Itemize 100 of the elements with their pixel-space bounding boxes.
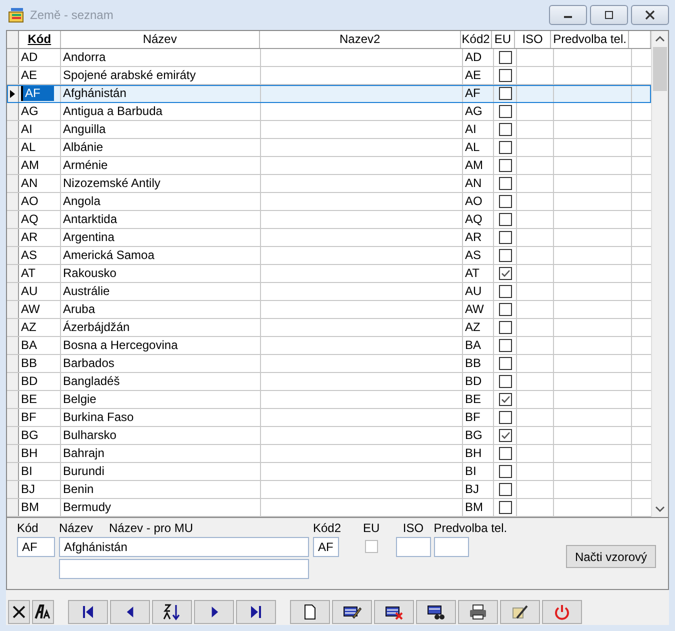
table-cell: BA: [21, 338, 38, 353]
column-header[interactable]: Predvolba tel.: [551, 31, 630, 48]
table-cell: AO: [21, 194, 38, 209]
column-header[interactable]: Kód2: [460, 31, 492, 48]
checkbox[interactable]: [498, 51, 512, 64]
table-row[interactable]: BA Bosna a Hercegovina BA: [7, 337, 651, 355]
table-row[interactable]: BH Bahrajn BH: [7, 445, 651, 463]
minimize-button[interactable]: [549, 5, 587, 25]
table-row[interactable]: AM Arménie AM: [7, 157, 651, 175]
scrollbar[interactable]: [651, 31, 668, 517]
sort-button[interactable]: [152, 600, 192, 624]
checkbox[interactable]: [498, 87, 512, 100]
table-cell: AE: [465, 68, 482, 83]
table-row[interactable]: AO Angola AO: [7, 193, 651, 211]
table-row[interactable]: BB Barbados BB: [7, 355, 651, 373]
table-row[interactable]: AW Aruba AW: [7, 301, 651, 319]
table-cell: BM: [465, 500, 483, 515]
table-row[interactable]: AT Rakousko AT: [7, 265, 651, 283]
checkbox[interactable]: [498, 105, 512, 118]
column-header[interactable]: ISO: [514, 31, 552, 48]
checkbox[interactable]: [498, 213, 512, 226]
table-cell: AM: [21, 158, 39, 173]
input-field[interactable]: Afghánistán: [59, 537, 309, 557]
table-row[interactable]: BD Bangladéš BD: [7, 373, 651, 391]
checkbox[interactable]: [364, 540, 378, 553]
checkbox[interactable]: [498, 375, 512, 388]
checkbox[interactable]: [498, 159, 512, 172]
checkbox[interactable]: [498, 195, 512, 208]
table-row[interactable]: AF Afghánistán AF: [7, 85, 651, 103]
table-row[interactable]: BG Bulharsko BG: [7, 427, 651, 445]
table-cell: AW: [465, 302, 484, 317]
checkbox[interactable]: [498, 123, 512, 136]
table-row[interactable]: BJ Benin BJ: [7, 481, 651, 499]
table-row[interactable]: BM Bermudy BM: [7, 499, 651, 517]
table-cell: BH: [465, 446, 482, 461]
input-field[interactable]: AF: [313, 537, 339, 557]
table-cell: Antigua a Barbuda: [63, 104, 162, 119]
checkbox[interactable]: [498, 447, 512, 460]
table-cell: AI: [465, 122, 476, 137]
prev-button[interactable]: [110, 600, 150, 624]
checkbox[interactable]: [498, 357, 512, 370]
edit-button[interactable]: [332, 600, 372, 624]
input-field[interactable]: [396, 537, 431, 557]
table-row[interactable]: AI Anguilla AI: [7, 121, 651, 139]
table-cell: AU: [465, 284, 482, 299]
checkbox[interactable]: [498, 141, 512, 154]
column-header[interactable]: EU: [492, 31, 515, 48]
table-row[interactable]: AZ Ázerbájdžán AZ: [7, 319, 651, 337]
printer-icon: [467, 602, 489, 622]
table-row[interactable]: AG Antigua a Barbuda AG: [7, 103, 651, 121]
close-button[interactable]: [8, 600, 30, 624]
input-field[interactable]: [59, 559, 309, 579]
checkbox[interactable]: [498, 267, 512, 280]
table-row[interactable]: AR Argentina AR: [7, 229, 651, 247]
load-template-button[interactable]: Načti vzorový: [566, 545, 656, 568]
checkbox[interactable]: [498, 231, 512, 244]
checkbox[interactable]: [498, 69, 512, 82]
checkbox[interactable]: [498, 483, 512, 496]
first-button[interactable]: [68, 600, 108, 624]
table-row[interactable]: AL Albánie AL: [7, 139, 651, 157]
row-header[interactable]: [7, 85, 19, 102]
table-row[interactable]: AQ Antarktida AQ: [7, 211, 651, 229]
find-button[interactable]: [416, 600, 456, 624]
table-row[interactable]: BE Belgie BE: [7, 391, 651, 409]
last-button[interactable]: [236, 600, 276, 624]
print-button[interactable]: [458, 600, 498, 624]
triangle-left-icon: [126, 605, 134, 619]
checkbox[interactable]: [498, 411, 512, 424]
table-row[interactable]: AU Austrálie AU: [7, 283, 651, 301]
table-cell: Andorra: [63, 50, 106, 65]
checkbox[interactable]: [498, 465, 512, 478]
checkbox[interactable]: [498, 393, 512, 406]
table-row[interactable]: BI Burundi BI: [7, 463, 651, 481]
font-button[interactable]: [32, 600, 54, 624]
table-cell: Bangladéš: [63, 374, 120, 389]
next-button[interactable]: [194, 600, 234, 624]
checkbox[interactable]: [498, 249, 512, 262]
field-label: Predvolba tel.: [434, 521, 508, 536]
checkbox[interactable]: [498, 339, 512, 352]
checkbox[interactable]: [498, 321, 512, 334]
table-cell: AR: [465, 230, 482, 245]
power-button[interactable]: [542, 600, 582, 624]
input-field[interactable]: AF: [17, 537, 55, 557]
checkbox[interactable]: [498, 303, 512, 316]
close-button[interactable]: [631, 5, 669, 25]
input-field[interactable]: [434, 537, 469, 557]
checkbox[interactable]: [498, 501, 512, 514]
table-row[interactable]: AD Andorra AD: [7, 49, 651, 67]
new-button[interactable]: [290, 600, 330, 624]
table-row[interactable]: AS Americká Samoa AS: [7, 247, 651, 265]
checkbox[interactable]: [498, 285, 512, 298]
checkbox[interactable]: [498, 177, 512, 190]
table-row[interactable]: AN Nizozemské Antily AN: [7, 175, 651, 193]
table-row[interactable]: BF Burkina Faso BF: [7, 409, 651, 427]
tools-button[interactable]: [500, 600, 540, 624]
scroll-thumb[interactable]: [653, 47, 667, 91]
delete-button[interactable]: [374, 600, 414, 624]
checkbox[interactable]: [498, 429, 512, 442]
maximize-button[interactable]: [590, 5, 628, 25]
table-cell: AZ: [465, 320, 480, 335]
